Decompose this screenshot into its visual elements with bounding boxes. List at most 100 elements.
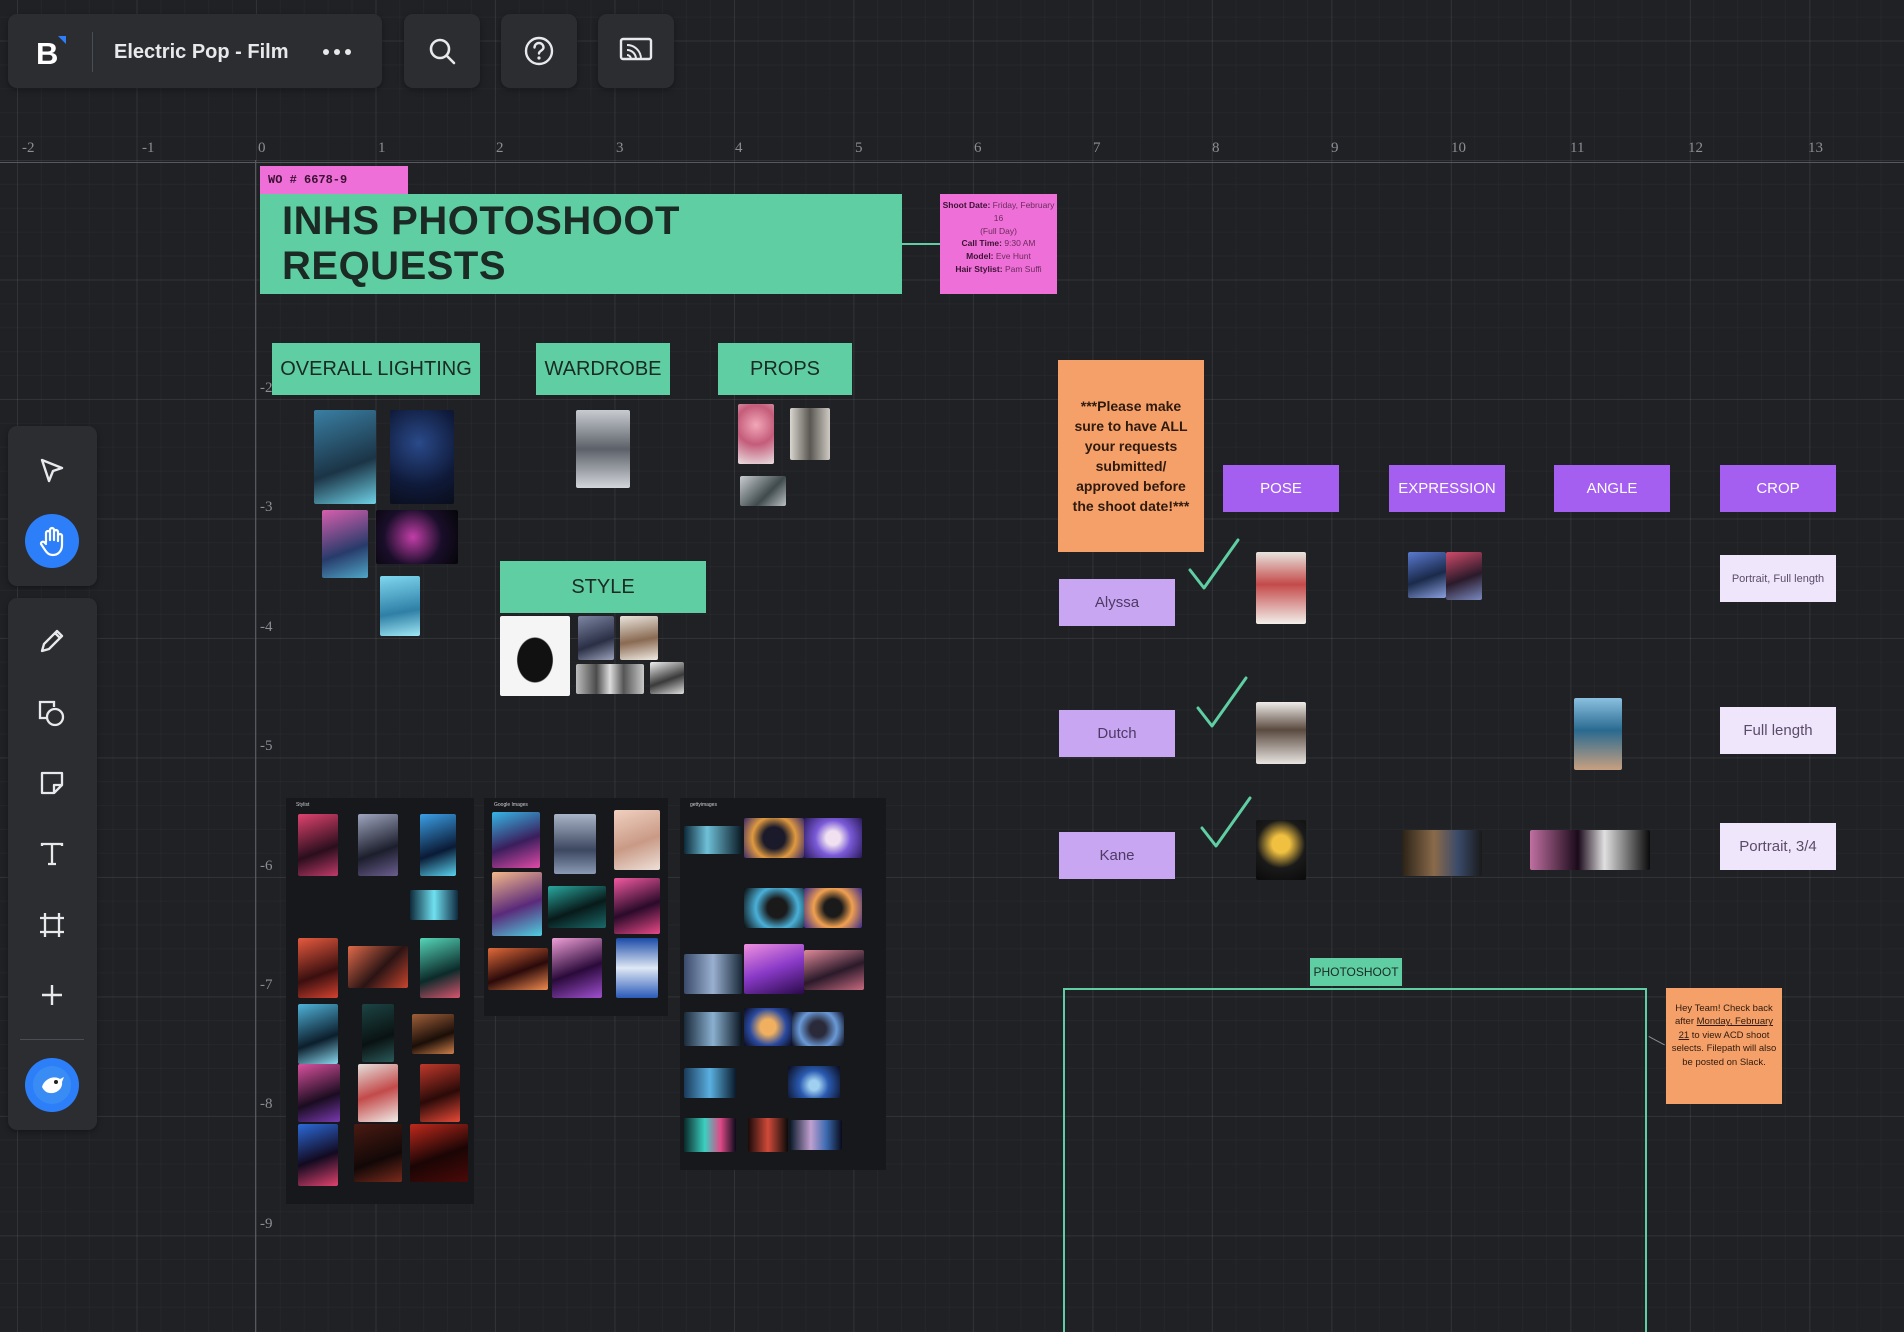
moodboard-photo[interactable]	[298, 1064, 340, 1122]
style-photo[interactable]	[500, 616, 570, 696]
pose-photo-kane[interactable]	[1256, 820, 1306, 880]
moodboard-photo[interactable]	[792, 1012, 844, 1046]
moodboard-photo[interactable]	[744, 818, 804, 858]
moodboard-photo[interactable]	[616, 938, 658, 998]
moodboard-photo[interactable]	[804, 818, 862, 858]
moodboard-photo[interactable]	[410, 890, 458, 920]
moodboard-photo[interactable]	[358, 814, 398, 876]
moodboard-photo[interactable]	[748, 1118, 788, 1152]
avatar-icon[interactable]	[25, 1058, 79, 1112]
moodboard-photo[interactable]	[348, 946, 408, 988]
moodboard-photo[interactable]	[744, 944, 804, 994]
section-wardrobe[interactable]: WARDROBE	[536, 343, 670, 395]
moodboard-photo[interactable]	[804, 950, 864, 990]
more-horizontal-icon[interactable]	[320, 40, 354, 64]
column-header-crop[interactable]: CROP	[1720, 465, 1836, 512]
moodboard-photo[interactable]	[412, 1014, 454, 1054]
shapes-icon[interactable]	[25, 686, 79, 740]
moodboard-google-images[interactable]: Google Images	[484, 798, 668, 1016]
moodboard-photo[interactable]	[684, 1118, 736, 1152]
column-header-pose[interactable]: POSE	[1223, 465, 1339, 512]
moodboard-gettyimages[interactable]: gettyimages	[680, 798, 886, 1170]
angle-photo-dutch[interactable]	[1574, 698, 1622, 770]
pose-photo-alyssa[interactable]	[1256, 552, 1306, 624]
frame-icon[interactable]	[25, 898, 79, 952]
angle-photo-kane[interactable]	[1530, 830, 1650, 870]
moodboard-photo[interactable]	[298, 1004, 338, 1064]
crop-cell-dutch[interactable]: Full length	[1720, 707, 1836, 754]
column-header-angle[interactable]: ANGLE	[1554, 465, 1670, 512]
lighting-photo[interactable]	[390, 410, 454, 504]
moodboard-photo[interactable]	[298, 1124, 338, 1186]
moodboard-photo[interactable]	[492, 812, 540, 868]
crop-cell-kane[interactable]: Portrait, 3/4	[1720, 823, 1836, 870]
moodboard-photo[interactable]	[614, 810, 660, 870]
wardrobe-photo[interactable]	[576, 410, 630, 488]
lighting-photo[interactable]	[314, 410, 376, 504]
expression-photo-alyssa[interactable]	[1446, 552, 1482, 600]
lighting-photo[interactable]	[322, 510, 368, 578]
present-button[interactable]	[598, 14, 674, 88]
work-order-tag[interactable]: WO # 6678-9	[260, 166, 408, 194]
frame-label-photoshoot[interactable]: PHOTOSHOOT	[1310, 958, 1402, 986]
lighting-photo[interactable]	[376, 510, 458, 564]
props-photo[interactable]	[790, 408, 830, 460]
shoot-info-note[interactable]: Shoot Date: Friday, February 16 (Full Da…	[940, 194, 1057, 294]
lighting-photo[interactable]	[380, 576, 420, 636]
style-photo[interactable]	[576, 664, 644, 694]
expression-photo-kane[interactable]	[1402, 830, 1482, 876]
moodboard-photo[interactable]	[492, 872, 542, 936]
add-icon[interactable]	[25, 968, 79, 1022]
section-overall-lighting[interactable]: OVERALL LIGHTING	[272, 343, 480, 395]
search-button[interactable]	[404, 14, 480, 88]
reminder-note[interactable]: ***Please make sure to have ALL your req…	[1058, 360, 1204, 552]
style-photo[interactable]	[650, 662, 684, 694]
moodboard-photo[interactable]	[420, 938, 460, 998]
expression-photo-alyssa[interactable]	[1408, 552, 1446, 598]
moodboard-photo[interactable]	[358, 1064, 398, 1122]
app-logo[interactable]: B	[30, 36, 70, 71]
moodboard-photo[interactable]	[554, 814, 596, 874]
pen-icon[interactable]	[25, 614, 79, 668]
text-icon[interactable]	[25, 827, 79, 881]
row-label-kane[interactable]: Kane	[1059, 832, 1175, 879]
props-photo[interactable]	[738, 404, 774, 464]
moodboard-photo[interactable]	[298, 814, 338, 876]
pose-photo-dutch[interactable]	[1256, 702, 1306, 764]
props-photo[interactable]	[740, 476, 786, 506]
board-title-banner[interactable]: INHS PHOTOSHOOT REQUESTS	[260, 194, 902, 294]
crop-cell-alyssa[interactable]: Portrait, Full length	[1720, 555, 1836, 602]
moodboard-stylist[interactable]: Stylist	[286, 798, 474, 1204]
moodboard-photo[interactable]	[362, 1004, 394, 1062]
moodboard-photo[interactable]	[548, 886, 606, 928]
moodboard-photo[interactable]	[684, 826, 742, 854]
column-header-expression[interactable]: EXPRESSION	[1389, 465, 1505, 512]
moodboard-photo[interactable]	[684, 1068, 736, 1098]
moodboard-photo[interactable]	[684, 1012, 742, 1046]
moodboard-photo[interactable]	[684, 954, 742, 994]
help-button[interactable]	[501, 14, 577, 88]
moodboard-photo[interactable]	[614, 878, 660, 934]
moodboard-photo[interactable]	[744, 1008, 792, 1046]
moodboard-photo[interactable]	[788, 1066, 840, 1098]
style-photo[interactable]	[578, 616, 614, 660]
moodboard-photo[interactable]	[298, 938, 338, 998]
hand-pan-icon[interactable]	[25, 514, 79, 568]
moodboard-photo[interactable]	[354, 1124, 402, 1182]
moodboard-photo[interactable]	[552, 938, 602, 998]
photoshoot-frame[interactable]	[1063, 988, 1647, 1332]
moodboard-photo[interactable]	[488, 948, 548, 990]
sticky-note-icon[interactable]	[25, 756, 79, 810]
moodboard-photo[interactable]	[744, 888, 804, 928]
moodboard-photo[interactable]	[420, 1064, 460, 1122]
select-pointer-icon[interactable]	[25, 444, 79, 498]
style-photo[interactable]	[620, 616, 658, 660]
section-style[interactable]: STYLE	[500, 561, 706, 613]
moodboard-photo[interactable]	[804, 888, 862, 928]
row-label-alyssa[interactable]: Alyssa	[1059, 579, 1175, 626]
moodboard-photo[interactable]	[410, 1124, 468, 1182]
team-note[interactable]: Hey Team! Check back after Monday, Febru…	[1666, 988, 1782, 1104]
row-label-dutch[interactable]: Dutch	[1059, 710, 1175, 757]
section-props[interactable]: PROPS	[718, 343, 852, 395]
board-title[interactable]: Electric Pop - Film	[114, 41, 288, 64]
